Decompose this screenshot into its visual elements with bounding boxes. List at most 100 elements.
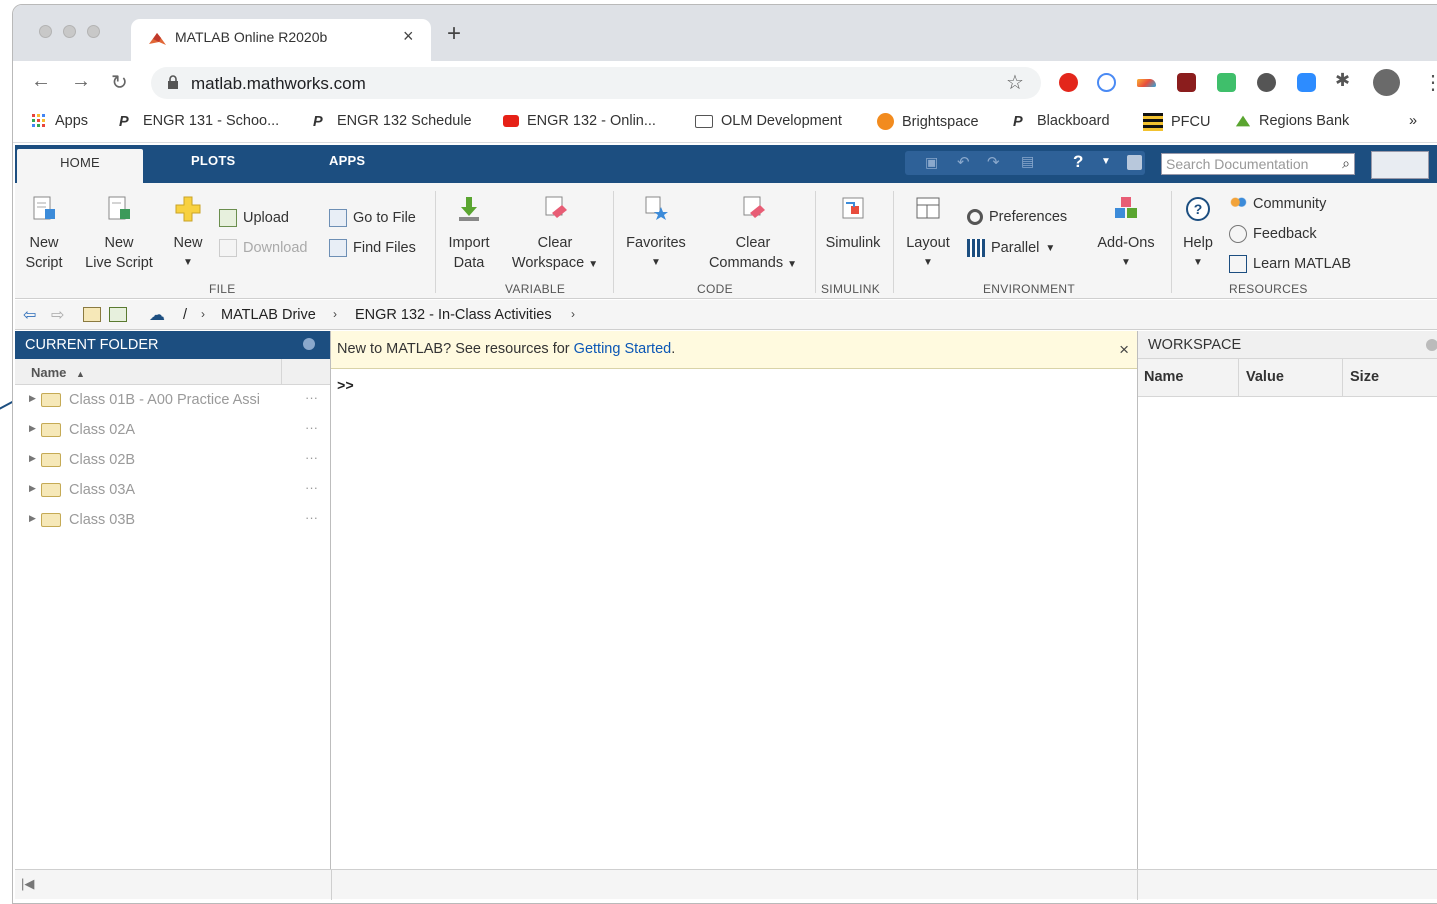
help-button[interactable]: ? Help ▼ bbox=[1177, 195, 1219, 273]
purdue-extension-icon[interactable] bbox=[1177, 73, 1196, 92]
redo-icon[interactable]: ↷ bbox=[987, 153, 1000, 171]
user-account-button[interactable] bbox=[1371, 151, 1429, 179]
bookmark-apps[interactable]: Apps bbox=[31, 113, 88, 129]
new-script-button[interactable]: New Script bbox=[23, 195, 65, 273]
import-data-button[interactable]: Import Data bbox=[443, 195, 495, 273]
save-icon[interactable]: ▣ bbox=[925, 154, 938, 171]
maximize-window-button[interactable] bbox=[87, 25, 100, 38]
forward-arrow-icon[interactable]: ⇨ bbox=[51, 305, 64, 325]
simulink-label: Simulink bbox=[825, 235, 881, 251]
folder-row[interactable]: ▶ Class 03A ··· bbox=[15, 475, 330, 505]
tab-close-icon[interactable]: × bbox=[403, 26, 414, 47]
forward-arrow-icon[interactable]: → bbox=[71, 70, 91, 93]
bookmark-engr132-online[interactable]: ENGR 132 - Onlin... bbox=[503, 113, 656, 129]
learn-matlab-button[interactable]: Learn MATLAB bbox=[1229, 255, 1351, 273]
parallel-button[interactable]: Parallel ▼ bbox=[967, 239, 1055, 257]
add-ons-button[interactable]: Add-Ons ▼ bbox=[1091, 195, 1161, 273]
bookmark-brightspace[interactable]: Brightspace bbox=[877, 113, 979, 130]
column-header-size[interactable]: Size bbox=[1350, 369, 1379, 385]
undo-icon[interactable]: ↶ bbox=[957, 153, 970, 171]
search-documentation-input[interactable]: Search Documentation ⌕ bbox=[1161, 153, 1355, 175]
breadcrumb-root[interactable]: / bbox=[183, 307, 187, 323]
folder-row[interactable]: ▶ Class 01B - A00 Practice Assi ··· bbox=[15, 385, 330, 415]
expand-triangle-icon[interactable]: ▶ bbox=[29, 393, 36, 404]
simulink-button[interactable]: Simulink bbox=[821, 195, 885, 253]
favorites-button[interactable]: Favorites ▼ bbox=[621, 195, 691, 273]
breadcrumb-engr132[interactable]: ENGR 132 - In-Class Activities bbox=[355, 307, 552, 323]
expand-toolstrip-icon[interactable] bbox=[1127, 155, 1142, 170]
command-window[interactable]: New to MATLAB? See resources for Getting… bbox=[331, 331, 1137, 869]
bookmark-pfcu[interactable]: PFCU bbox=[1143, 113, 1210, 131]
close-window-button[interactable] bbox=[39, 25, 52, 38]
breadcrumb-matlab-drive[interactable]: MATLAB Drive bbox=[221, 307, 316, 323]
folder-row[interactable]: ▶ Class 02A ··· bbox=[15, 415, 330, 445]
tab-apps[interactable]: APPS bbox=[329, 153, 365, 168]
switch-windows-icon[interactable]: ▤ bbox=[1021, 153, 1034, 170]
new-menu-button[interactable]: New ▼ bbox=[169, 195, 207, 273]
row-actions-icon[interactable]: ··· bbox=[305, 510, 318, 525]
clear-workspace-button[interactable]: Clear Workspace ▼ bbox=[505, 195, 605, 275]
row-actions-icon[interactable]: ··· bbox=[305, 450, 318, 465]
back-arrow-icon[interactable]: ← bbox=[31, 70, 51, 93]
bookmark-engr131[interactable]: P ENGR 131 - Schoo... bbox=[119, 113, 279, 130]
panel-options-icon[interactable] bbox=[303, 338, 315, 350]
address-bar[interactable]: matlab.mathworks.com ☆ bbox=[151, 67, 1041, 99]
bookmark-olm-development[interactable]: OLM Development bbox=[695, 113, 842, 129]
upload-button[interactable]: Upload bbox=[219, 209, 289, 227]
download-button[interactable]: Download bbox=[219, 239, 308, 257]
row-actions-icon[interactable]: ··· bbox=[305, 480, 318, 495]
expand-triangle-icon[interactable]: ▶ bbox=[29, 513, 36, 524]
column-header-name[interactable]: Name ▲ bbox=[15, 359, 330, 385]
go-to-file-button[interactable]: Go to File bbox=[329, 209, 416, 227]
grammar-extension-icon[interactable] bbox=[1217, 73, 1236, 92]
new-live-script-button[interactable]: New Live Script bbox=[79, 195, 159, 273]
zoom-extension-icon[interactable] bbox=[1297, 73, 1316, 92]
search-icon[interactable]: ⌕ bbox=[1342, 155, 1350, 172]
new-tab-button[interactable]: + bbox=[447, 20, 461, 48]
expand-triangle-icon[interactable]: ▶ bbox=[29, 483, 36, 494]
rainbow-extension-icon[interactable] bbox=[1137, 79, 1156, 87]
browser-menu-icon[interactable]: ⋮ bbox=[1423, 70, 1437, 95]
folder-row[interactable]: ▶ Class 02B ··· bbox=[15, 445, 330, 475]
community-button[interactable]: Community bbox=[1229, 195, 1326, 213]
bookmark-blackboard[interactable]: P Blackboard bbox=[1013, 113, 1110, 130]
getting-started-link[interactable]: Getting Started bbox=[574, 341, 672, 357]
import-data-label: Import Data bbox=[448, 235, 490, 271]
cloud-drive-icon[interactable]: ☁ bbox=[149, 305, 165, 325]
registered-extension-icon[interactable] bbox=[1097, 73, 1116, 92]
back-arrow-icon[interactable]: ⇦ bbox=[23, 305, 36, 325]
panel-options-icon[interactable] bbox=[1426, 339, 1437, 351]
command-prompt[interactable]: >> bbox=[331, 369, 1137, 405]
preferences-button[interactable]: Preferences bbox=[967, 209, 1067, 225]
feedback-button[interactable]: Feedback bbox=[1229, 225, 1317, 243]
quick-access-toolbar: ▣ ↶ ↷ ▤ ? ▼ bbox=[905, 151, 1145, 175]
clear-commands-button[interactable]: Clear Commands ▼ bbox=[701, 195, 805, 275]
find-files-button[interactable]: Find Files bbox=[329, 239, 416, 257]
tab-plots[interactable]: PLOTS bbox=[191, 153, 235, 168]
browse-folder-icon[interactable] bbox=[109, 307, 127, 322]
profile-avatar[interactable] bbox=[1373, 69, 1400, 96]
layout-button[interactable]: Layout ▼ bbox=[901, 195, 955, 273]
tab-home[interactable]: HOME bbox=[17, 149, 143, 183]
bookmark-star-icon[interactable]: ☆ bbox=[1006, 70, 1024, 95]
chevron-down-icon[interactable]: ▼ bbox=[1101, 156, 1111, 167]
up-folder-icon[interactable] bbox=[83, 307, 101, 322]
column-header-name[interactable]: Name bbox=[1144, 369, 1184, 385]
browser-tab-matlab[interactable]: MATLAB Online R2020b × bbox=[131, 19, 431, 61]
more-bookmarks-icon[interactable]: » bbox=[1409, 113, 1417, 129]
row-actions-icon[interactable]: ··· bbox=[305, 390, 318, 405]
minimize-window-button[interactable] bbox=[63, 25, 76, 38]
column-header-value[interactable]: Value bbox=[1246, 369, 1284, 385]
opera-extension-icon[interactable] bbox=[1059, 73, 1078, 92]
close-banner-icon[interactable]: × bbox=[1119, 340, 1129, 360]
circle-extension-icon[interactable] bbox=[1257, 73, 1276, 92]
bookmark-engr132-schedule[interactable]: P ENGR 132 Schedule bbox=[313, 113, 472, 130]
row-actions-icon[interactable]: ··· bbox=[305, 420, 318, 435]
puzzle-extensions-icon[interactable]: ✱ bbox=[1335, 70, 1350, 91]
expand-triangle-icon[interactable]: ▶ bbox=[29, 423, 36, 434]
folder-row[interactable]: ▶ Class 03B ··· bbox=[15, 505, 330, 535]
expand-triangle-icon[interactable]: ▶ bbox=[29, 453, 36, 464]
bookmark-regions-bank[interactable]: Regions Bank bbox=[1235, 113, 1349, 129]
help-circle-icon[interactable]: ? bbox=[1073, 152, 1083, 172]
reload-icon[interactable]: ↻ bbox=[111, 70, 128, 95]
